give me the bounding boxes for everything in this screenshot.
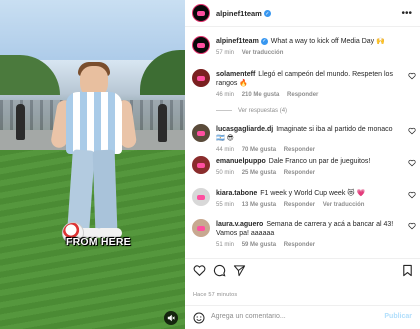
video-caption: FROM HERE xyxy=(66,236,131,248)
avatar[interactable] xyxy=(192,36,210,54)
heart-icon[interactable] xyxy=(408,191,416,199)
reel-video[interactable]: FROM HERE xyxy=(0,0,185,329)
view-replies[interactable]: Ver respuestas (4) xyxy=(216,107,402,116)
verified-icon: ✓ xyxy=(263,10,271,18)
reply-link[interactable]: Responder xyxy=(284,147,315,153)
comment-text: Dale Franco un par de jueguitos! xyxy=(268,158,371,165)
avatar[interactable] xyxy=(192,219,210,237)
like-count[interactable]: 59 Me gusta xyxy=(242,242,276,248)
more-options-icon[interactable]: ••• xyxy=(401,8,412,19)
emoji-icon[interactable] xyxy=(193,312,205,324)
comment-input[interactable] xyxy=(211,313,371,320)
comment-time: 50 min xyxy=(216,170,235,176)
reply-link[interactable]: Responder xyxy=(284,202,315,208)
background-person xyxy=(16,104,25,140)
post-timestamp: Hace 57 minutos xyxy=(193,292,238,298)
avatar[interactable] xyxy=(192,156,210,174)
verified-icon: ✓ xyxy=(260,37,268,45)
comment-time: 55 min xyxy=(216,202,235,208)
reply-link[interactable]: Responder xyxy=(284,242,315,248)
comment-username[interactable]: alpinef1team xyxy=(216,38,259,45)
divider xyxy=(216,109,232,111)
comment-time: 51 min xyxy=(216,242,235,248)
author-username[interactable]: alpinef1team ✓ xyxy=(216,9,271,18)
post-action-bar xyxy=(185,258,420,278)
like-count[interactable]: 25 Me gusta xyxy=(242,170,276,176)
comment-username[interactable]: lucasgagliarde.dj xyxy=(216,126,273,133)
comment-text: F1 week y World Cup week 😻 💗 xyxy=(260,190,366,197)
comments-list[interactable]: alpinef1team ✓ What a way to kick off Medi… xyxy=(185,30,420,252)
speaker-muted-icon[interactable] xyxy=(164,311,178,325)
avatar[interactable] xyxy=(192,4,210,22)
save-bookmark-icon[interactable] xyxy=(401,264,414,277)
comment-time: 44 min xyxy=(216,147,235,153)
see-translation-link[interactable]: Ver traducción xyxy=(323,202,365,208)
comment-composer: Publicar xyxy=(185,305,420,329)
heart-icon[interactable] xyxy=(408,222,416,230)
background-trees xyxy=(140,50,185,95)
comment-username[interactable]: emanuelpuppo xyxy=(216,158,266,165)
argentina-jersey xyxy=(66,92,122,154)
post-side-panel: alpinef1team ✓ ••• alpinef1team ✓ What a wa… xyxy=(185,0,420,329)
avatar[interactable] xyxy=(192,188,210,206)
comment-time: 46 min xyxy=(216,92,235,98)
avatar[interactable] xyxy=(192,124,210,142)
heart-icon[interactable] xyxy=(408,72,416,80)
comment-icon[interactable] xyxy=(213,264,226,277)
see-translation-link[interactable]: Ver traducción xyxy=(242,50,284,56)
publish-button[interactable]: Publicar xyxy=(384,313,412,320)
reply-link[interactable]: Responder xyxy=(284,170,315,176)
share-icon[interactable] xyxy=(233,264,246,277)
background-person xyxy=(158,104,167,142)
heart-icon[interactable] xyxy=(408,159,416,167)
comment-username[interactable]: kiara.tabone xyxy=(216,190,257,197)
avatar[interactable] xyxy=(192,69,210,87)
like-count[interactable]: 70 Me gusta xyxy=(242,147,276,153)
like-count[interactable]: 13 Me gusta xyxy=(242,202,276,208)
player-leg xyxy=(92,149,118,233)
comment-text: What a way to kick off Media Day 🙌 xyxy=(270,38,385,45)
like-count[interactable]: 210 Me gusta xyxy=(242,92,280,98)
reply-link[interactable]: Responder xyxy=(287,92,318,98)
post-header: alpinef1team ✓ ••• xyxy=(185,0,420,27)
comment-username[interactable]: solamenteff xyxy=(216,71,255,78)
comment-username[interactable]: laura.v.aguero xyxy=(216,221,263,228)
comment-time: 57 min xyxy=(216,50,235,56)
like-heart-icon[interactable] xyxy=(193,264,206,277)
heart-icon[interactable] xyxy=(408,127,416,135)
